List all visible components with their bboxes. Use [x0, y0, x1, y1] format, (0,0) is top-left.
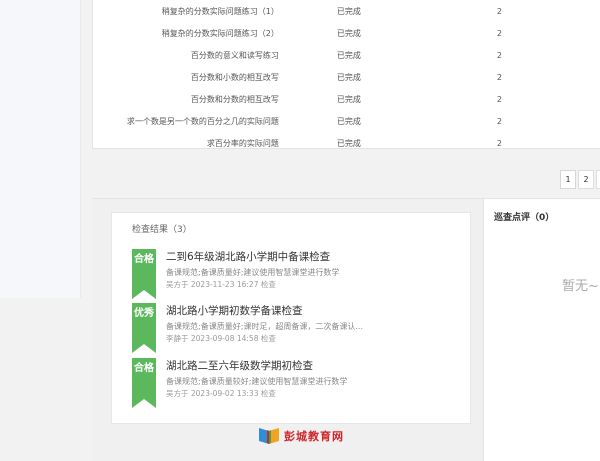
lesson-row: 稍复杂的分数实际问题练习（1） 已完成 2 [93, 0, 600, 22]
lesson-count: 2 [496, 50, 502, 60]
inspection-item-desc: 备课规范;备课质量好;课时足，超周备课，二次备课认... [166, 322, 364, 331]
lesson-row: 百分数的意义和读写练习 已完成 2 [93, 44, 600, 66]
lesson-row: 百分数和分数的相互改写 已完成 2 [93, 88, 600, 110]
lesson-name: 百分数和小数的相互改写 [190, 72, 279, 82]
pagination: 1 2 [560, 170, 600, 189]
lesson-status: 已完成 [336, 94, 361, 104]
lesson-count: 2 [496, 6, 502, 16]
lesson-status: 已完成 [336, 28, 361, 38]
inspection-item-desc: 备课规范;备课质量较好;建议使用智慧课堂进行数学 [166, 377, 348, 386]
grade-label: 优秀 [134, 308, 154, 319]
grade-label: 合格 [134, 363, 154, 374]
lesson-count: 2 [496, 94, 502, 104]
grade-ribbon: 合格 [132, 249, 156, 299]
inspection-item[interactable]: 优秀 湖北路小学期初数学备课检查 备课规范;备课质量好;课时足，超周备课，二次备… [132, 303, 462, 355]
lesson-status: 已完成 [336, 138, 361, 148]
grade-ribbon: 优秀 [132, 303, 156, 353]
lesson-count: 2 [496, 138, 502, 148]
lesson-name: 求一个数是另一个数的百分之几的实际问题 [126, 116, 279, 126]
inspection-item-title[interactable]: 湖北路小学期初数学备课检查 [166, 303, 303, 318]
lesson-row: 稍复杂的分数实际问题练习（2） 已完成 2 [93, 22, 600, 44]
lesson-name: 稍复杂的分数实际问题练习（2） [161, 28, 279, 38]
review-empty-text: 暂无~ [562, 279, 599, 294]
next-page-button[interactable] [596, 170, 600, 189]
inspection-item-meta: 李静于 2023-09-08 14:58 检查 [166, 334, 276, 343]
lesson-row: 求百分率的实际问题 已完成 2 [93, 132, 600, 154]
inspection-item-meta: 吴方于 2023-09-02 13:33 检查 [166, 389, 276, 398]
lesson-name: 百分数的意义和读写练习 [190, 50, 279, 60]
inspection-item-meta: 吴方于 2023-11-23 16:27 检查 [166, 280, 276, 289]
page-button-1[interactable]: 1 [560, 170, 576, 189]
review-title: 巡查点评（0） [494, 213, 555, 223]
grade-label: 合格 [134, 254, 154, 265]
lesson-table: 稍复杂的分数实际问题练习（1） 已完成 2 稍复杂的分数实际问题练习（2） 已完成 2 百分… [93, 0, 600, 154]
lesson-row: 百分数和小数的相互改写 已完成 2 [93, 66, 600, 88]
lesson-row: 求一个数是另一个数的百分之几的实际问题 已完成 2 [93, 110, 600, 132]
lesson-count: 2 [496, 72, 502, 82]
book-logo-icon [259, 428, 279, 444]
lesson-name: 稍复杂的分数实际问题练习（1） [161, 6, 279, 16]
lesson-list-card: 稍复杂的分数实际问题练习（1） 已完成 2 稍复杂的分数实际问题练习（2） 已完成 2 百分… [92, 0, 600, 149]
lesson-name: 求百分率的实际问题 [206, 138, 279, 148]
inspection-item-title[interactable]: 湖北路二至六年级数学期初检查 [166, 358, 313, 373]
inspection-item-title[interactable]: 二到6年级湖北路小学期中备课检查 [166, 249, 330, 264]
left-panel [0, 0, 81, 298]
lesson-status: 已完成 [336, 50, 361, 60]
lesson-count: 2 [496, 28, 502, 38]
lesson-count: 2 [496, 116, 502, 126]
logo-text: 彭城教育网 [284, 430, 344, 443]
inspection-item[interactable]: 合格 湖北路二至六年级数学期初检查 备课规范;备课质量较好;建议使用智慧课堂进行… [132, 358, 462, 410]
lesson-name: 百分数和分数的相互改写 [190, 94, 279, 104]
inspection-result-card: 检查结果（3） 合格 二到6年级湖北路小学期中备课检查 备课规范;备课质量好;建… [111, 212, 471, 424]
review-panel: 巡查点评（0） 暂无~ [483, 198, 600, 461]
inspection-item-desc: 备课规范;备课质量好;建议使用智慧课堂进行数学 [166, 268, 340, 277]
inspection-item[interactable]: 合格 二到6年级湖北路小学期中备课检查 备课规范;备课质量好;建议使用智慧课堂进… [132, 249, 462, 301]
footer-logo[interactable]: 彭城教育网 [258, 428, 344, 444]
lesson-status: 已完成 [336, 72, 361, 82]
page-button-2[interactable]: 2 [578, 170, 594, 189]
lesson-status: 已完成 [336, 116, 361, 126]
grade-ribbon: 合格 [132, 358, 156, 408]
lesson-status: 已完成 [336, 6, 361, 16]
inspection-result-title: 检查结果（3） [132, 225, 192, 235]
